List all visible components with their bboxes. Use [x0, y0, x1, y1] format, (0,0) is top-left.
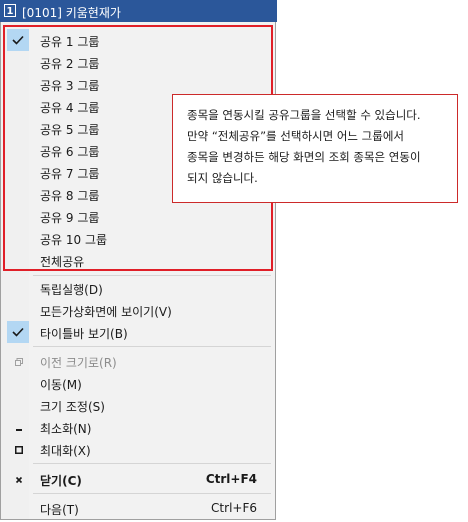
menu-item-label: 독립실행(D)	[40, 283, 103, 297]
menu-item-show-all-virtual-desktops[interactable]: 모든가상화면에 보이기(V)	[1, 299, 276, 321]
menu-item-standalone[interactable]: 독립실행(D)	[1, 277, 276, 299]
menu-item-shortcut: Ctrl+F4	[205, 472, 257, 486]
restore-icon	[15, 358, 23, 366]
menu-item-restore[interactable]: 이전 크기로(R)	[1, 350, 276, 372]
menu-item-close[interactable]: 닫기(C) Ctrl+F4	[1, 468, 276, 490]
callout-line: 종목을 변경하든 해당 화면의 조회 종목은 연동이	[187, 150, 421, 164]
annotation-callout: 종목을 연동시킬 공유그룹을 선택할 수 있습니다. 만약 “전체공유”를 선택…	[172, 94, 458, 203]
menu-item-label: 최소화(N)	[40, 422, 92, 436]
minimize-icon	[16, 429, 22, 431]
menu-item-label: 최대화(X)	[40, 444, 91, 458]
menu-item-label: 닫기(C)	[40, 474, 82, 488]
callout-line: 되지 않습니다.	[187, 171, 258, 185]
callout-line: 종목을 연동시킬 공유그룹을 선택할 수 있습니다.	[187, 108, 421, 122]
menu-separator	[33, 493, 271, 494]
maximize-icon	[15, 446, 23, 454]
menu-separator	[33, 346, 271, 347]
menu-item-label: 다음(T)	[40, 503, 79, 517]
menu-item-label: 이전 크기로(R)	[40, 356, 117, 370]
callout-line: 만약 “전체공유”를 선택하시면 어느 그룹에서	[187, 129, 404, 143]
window-title-bar[interactable]: 1 [0101] 키움현재가	[0, 0, 277, 22]
menu-item-move[interactable]: 이동(M)	[1, 372, 276, 394]
menu-item-next[interactable]: 다음(T) Ctrl+F6	[1, 497, 276, 519]
checkmark-icon	[7, 321, 29, 343]
menu-item-label: 모든가상화면에 보이기(V)	[40, 305, 172, 319]
menu-item-maximize[interactable]: 최대화(X)	[1, 438, 276, 460]
menu-item-label: 이동(M)	[40, 378, 82, 392]
menu-separator	[33, 275, 271, 276]
menu-item-shortcut: Ctrl+F6	[211, 501, 257, 515]
menu-item-label: 크기 조정(S)	[40, 400, 105, 414]
menu-item-minimize[interactable]: 최소화(N)	[1, 416, 276, 438]
menu-item-show-title-bar[interactable]: 타이틀바 보기(B)	[1, 321, 276, 343]
close-icon	[15, 476, 23, 484]
window-title: [0101] 키움현재가	[22, 6, 121, 20]
menu-item-label: 타이틀바 보기(B)	[40, 327, 128, 341]
menu-separator	[33, 463, 271, 464]
window-number-badge: 1	[4, 4, 16, 17]
menu-item-resize[interactable]: 크기 조정(S)	[1, 394, 276, 416]
